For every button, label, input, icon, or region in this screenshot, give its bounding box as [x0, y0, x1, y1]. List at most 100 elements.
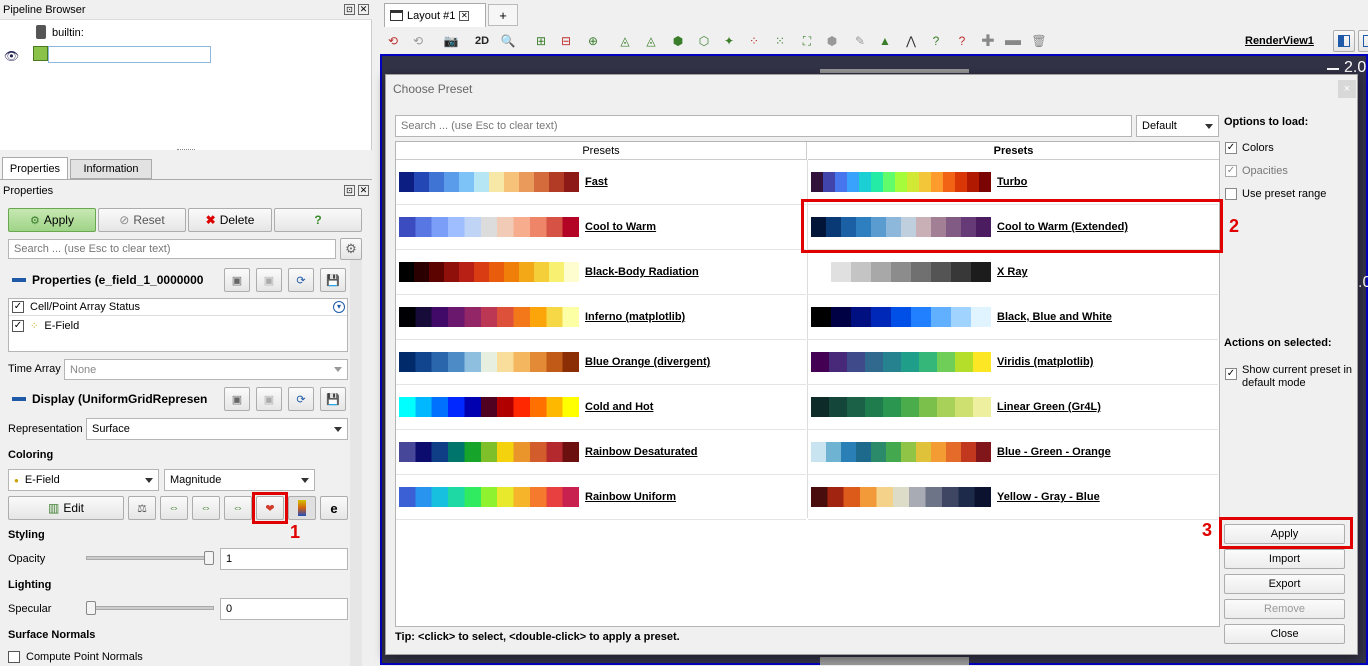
restore-default-button[interactable]: ⟳	[288, 387, 314, 411]
splitter-handle[interactable]	[177, 149, 195, 151]
efield-checkbox[interactable]: ✓	[12, 320, 24, 332]
preset-item[interactable]: Blue Orange (divergent)	[396, 340, 806, 385]
renderview-title[interactable]: RenderView1	[1245, 35, 1314, 47]
preset-item[interactable]: Black-Body Radiation	[396, 250, 806, 295]
select-cells-on-icon[interactable]: ⬢	[670, 33, 686, 49]
rescale-visible-range-button[interactable]: ⇔	[192, 496, 220, 520]
preset-item[interactable]: Cold and Hot	[396, 385, 806, 430]
presets-header-left[interactable]: Presets	[396, 142, 807, 160]
hover-cells-icon[interactable]: ⬢	[824, 33, 840, 49]
plot-selection-icon[interactable]: ▲	[877, 33, 893, 49]
opacity-slider-handle[interactable]	[204, 551, 214, 565]
toggle-labels-icon[interactable]: ⋀	[903, 33, 919, 49]
select-polygon-icon[interactable]: ✦	[721, 33, 737, 49]
opt-colors-checkbox[interactable]: ✓	[1225, 142, 1237, 154]
delete-button[interactable]: ✖ Delete	[188, 208, 272, 232]
rescale-data-range-button[interactable]: ⇔	[160, 496, 188, 520]
preset-item[interactable]: Fast	[396, 160, 806, 205]
save-default-button[interactable]: 💾	[320, 387, 346, 411]
split-horizontal-button[interactable]	[1333, 30, 1355, 52]
specular-slider-handle[interactable]	[86, 601, 96, 615]
select-cells-icon[interactable]: ⊞	[533, 33, 549, 49]
toggle-2d-button[interactable]: 2D	[472, 33, 492, 49]
clear-selection-icon[interactable]: 🗑	[1031, 33, 1047, 49]
opt-range-row[interactable]: Use preset range	[1225, 188, 1326, 200]
preset-item[interactable]: Inferno (matplotlib)	[396, 295, 806, 340]
array-status-checkbox[interactable]: ✓	[12, 301, 24, 313]
preset-item[interactable]: Rainbow Desaturated	[396, 430, 806, 475]
opt-colors-row[interactable]: ✓ Colors	[1225, 142, 1274, 154]
preset-item[interactable]: Rainbow Uniform	[396, 475, 806, 520]
cell-labels-icon[interactable]: ?	[928, 33, 944, 49]
select-points-on-icon[interactable]: ◬	[617, 33, 633, 49]
show-scalar-bar-button[interactable]	[288, 496, 316, 520]
close-icon[interactable]: ✕	[459, 10, 470, 21]
preset-search-input[interactable]: Search ... (use Esc to clear text)	[395, 115, 1132, 137]
pipeline-item-selected[interactable]	[48, 46, 211, 63]
reset-camera-closest-icon[interactable]: ⟲	[410, 33, 426, 49]
remove-button[interactable]: Remove	[1224, 599, 1345, 619]
presets-header-right[interactable]: Presets	[808, 142, 1219, 160]
tab-layout-1[interactable]: Layout #1 ✕	[384, 3, 486, 27]
remove-view-icon[interactable]: ▬	[1005, 32, 1021, 49]
dialog-close-btn[interactable]: Close	[1224, 624, 1345, 644]
close-icon[interactable]: ✕	[358, 4, 369, 15]
opt-opacities-checkbox[interactable]: ✓	[1225, 165, 1237, 177]
tab-information[interactable]: Information	[70, 159, 152, 179]
reset-button[interactable]: ⊘ Reset	[98, 208, 186, 232]
array-status-header[interactable]: ✓ Cell/Point Array Status	[12, 301, 140, 313]
component-select[interactable]: Magnitude	[164, 469, 315, 491]
edit-color-legend-button[interactable]: e	[320, 496, 348, 520]
reset-camera-icon[interactable]: ⟲	[385, 33, 401, 49]
compute-normals-row[interactable]: Compute Point Normals	[8, 651, 143, 663]
zoom-to-box-icon[interactable]: 🔍	[500, 33, 516, 49]
hover-points-icon[interactable]: ⛶	[799, 33, 815, 49]
select-points-through-icon[interactable]: ◬	[643, 33, 659, 49]
preset-item[interactable]: Blue - Green - Orange	[808, 430, 1218, 475]
extract-selection-icon[interactable]: ✎	[852, 33, 868, 49]
preset-filter-select[interactable]: Default	[1136, 115, 1219, 137]
add-view-icon[interactable]: ✚	[980, 33, 996, 50]
preset-item[interactable]: Yellow - Gray - Blue	[808, 475, 1218, 520]
help-button[interactable]: ?	[274, 208, 362, 232]
preset-item[interactable]: Cool to Warm	[396, 205, 806, 250]
interactive-select-icon[interactable]: ⁙	[772, 33, 788, 49]
copy-button[interactable]: ▣	[224, 387, 250, 411]
preset-item[interactable]: Linear Green (Gr4L)	[808, 385, 1218, 430]
opacity-input[interactable]: 1	[220, 548, 348, 570]
eye-icon[interactable]: 👁	[4, 49, 19, 63]
representation-select[interactable]: Surface	[86, 418, 348, 440]
opacity-slider[interactable]	[86, 551, 214, 565]
float-icon[interactable]: ⊡	[344, 185, 355, 196]
display-section-header[interactable]: Display (UniformGridRepresen	[8, 387, 212, 411]
dialog-close-button[interactable]: ×	[1338, 80, 1356, 98]
specular-slider[interactable]	[86, 601, 214, 615]
copy-button[interactable]: ▣	[224, 268, 250, 292]
rescale-custom-button[interactable]: ⚖	[128, 496, 156, 520]
opt-opacities-row[interactable]: ✓ Opacities	[1225, 165, 1288, 177]
scrollbar[interactable]	[350, 260, 362, 666]
float-icon[interactable]: ⊡	[344, 4, 355, 15]
point-labels-icon[interactable]: ?	[954, 33, 970, 49]
select-cells-through-icon[interactable]: ⬡	[696, 33, 712, 49]
tab-properties[interactable]: Properties	[2, 157, 68, 179]
save-default-button[interactable]: 💾	[320, 268, 346, 292]
restore-default-button[interactable]: ⟳	[288, 268, 314, 292]
advanced-settings-button[interactable]: ⚙	[340, 238, 362, 260]
import-button[interactable]: Import	[1224, 549, 1345, 569]
color-by-select[interactable]: ● E-Field	[8, 469, 159, 491]
close-icon[interactable]: ✕	[358, 185, 369, 196]
properties-search-input[interactable]: Search ... (use Esc to clear text)	[8, 239, 336, 259]
export-button[interactable]: Export	[1224, 574, 1345, 594]
apply-button[interactable]: ⚙ Apply	[8, 208, 96, 232]
edit-colormap-button[interactable]: ▥ Edit	[8, 496, 124, 520]
efield-row[interactable]: ✓ ⁘ E-Field	[12, 320, 79, 332]
paste-button[interactable]: ▣	[256, 387, 282, 411]
specular-input[interactable]: 0	[220, 598, 348, 620]
compute-normals-checkbox[interactable]	[8, 651, 20, 663]
builtin-label[interactable]: builtin:	[52, 27, 84, 39]
capture-screenshot-icon[interactable]: 📷	[443, 33, 459, 49]
preset-item[interactable]: Black, Blue and White	[808, 295, 1218, 340]
preset-item[interactable]: X Ray	[808, 250, 1218, 295]
deselect-icon[interactable]: ⊟	[558, 33, 574, 49]
